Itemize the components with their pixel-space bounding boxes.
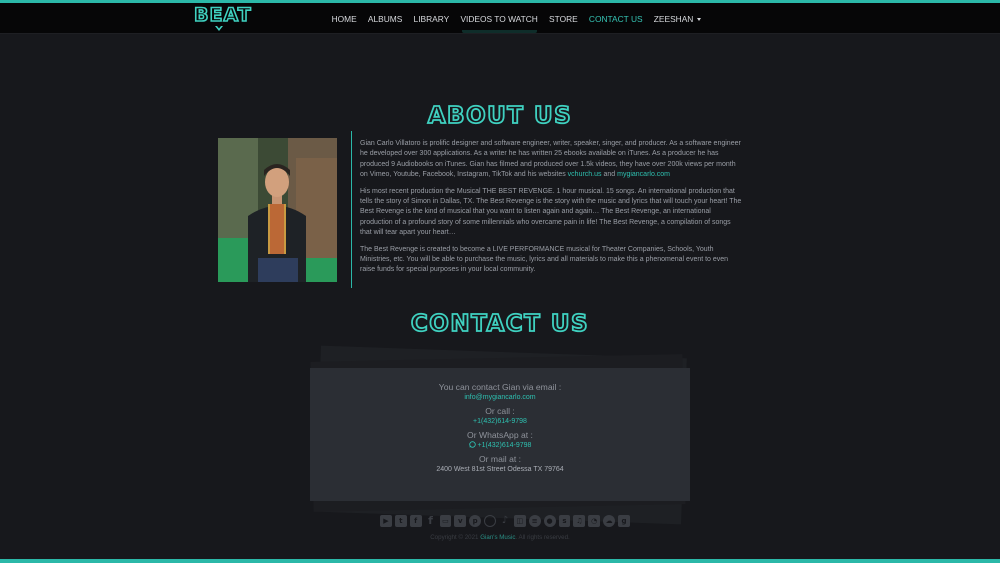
email-link[interactable]: info@mygiancarlo.com (310, 393, 690, 403)
whatsapp-link[interactable]: +1(432)614-9798 (310, 441, 690, 451)
nav-item-albums[interactable]: ALBUMS (362, 14, 408, 24)
twitch-icon[interactable]: ◫ (513, 514, 526, 527)
twitter-icon[interactable]: t (394, 514, 407, 527)
facebook-icon[interactable]: f (425, 514, 437, 527)
rss-icon[interactable]: ◔ (588, 514, 601, 527)
nav-item-contact-us[interactable]: CONTACT US (583, 14, 648, 24)
flickr-icon[interactable]: ▭ (439, 514, 452, 527)
youtube-icon[interactable]: ▶ (380, 514, 392, 527)
pinterest-icon[interactable]: p (469, 514, 482, 527)
mail-label: Or mail at : (478, 454, 522, 464)
vimeo-icon[interactable]: v (454, 514, 467, 527)
tiktok-icon[interactable]: ♪ (499, 515, 511, 527)
googleplus-icon[interactable]: g (618, 514, 630, 527)
facebook-square-icon[interactable]: f (409, 514, 422, 527)
about-paragraph-1: Gian Carlo Villatoro is prolific designe… (360, 140, 741, 179)
about-paragraph-2: His most recent production the Musical T… (360, 187, 742, 237)
whatsapp-icon (468, 441, 476, 448)
copyright: Copyright © 2021 Gian's Music. All right… (430, 534, 570, 541)
profile-photo (218, 138, 337, 282)
soundcloud-icon[interactable]: ☁ (603, 514, 616, 527)
about-text: Gian Carlo Villatoro is prolific designe… (360, 139, 742, 282)
instagram-icon[interactable] (484, 514, 497, 527)
podcast-icon[interactable]: ● (543, 514, 556, 527)
nav-hover-indicator (462, 30, 537, 33)
footer-brand-link[interactable]: Gian's Music (480, 534, 515, 541)
nav-item-library[interactable]: LIBRARY (408, 14, 455, 24)
whatsapp-label: Or WhatsApp at : (467, 430, 533, 440)
email-label: You can contact Gian via email : (438, 382, 562, 392)
caret-down-icon (697, 17, 702, 21)
nav-item-user-menu[interactable]: ZEESHAN (648, 14, 707, 24)
nav-item-videos-to-watch[interactable]: VIDEOS TO WATCH (455, 14, 544, 24)
about-title: ABOUT US (427, 102, 573, 130)
about-divider (351, 131, 352, 288)
bottom-accent-bar (0, 559, 1000, 563)
heart-icon (215, 26, 223, 31)
about-paragraph-3: The Best Revenge is created to become a … (360, 245, 729, 274)
vchurch-link[interactable]: vchurch.us (568, 171, 602, 178)
itunes-icon[interactable]: ♫ (573, 514, 586, 527)
call-label: Or call : (485, 406, 515, 416)
mailing-address: 2400 West 81st Street Odessa TX 79764 (436, 466, 564, 473)
contact-title: CONTACT US (410, 310, 590, 338)
phone-link[interactable]: +1(432)614-9798 (310, 417, 690, 427)
social-icons: ▶ t f f ▭ v p ♪ ◫ ≡ ● s ♫ ◔ ☁ g (380, 514, 630, 527)
mygiancarlo-link[interactable]: mygiancarlo.com (617, 171, 670, 178)
logo-text: BEAT (193, 4, 252, 26)
contact-card: You can contact Gian via email : info@my… (310, 368, 690, 501)
spotify-icon[interactable]: ≡ (528, 514, 541, 527)
nav-item-home[interactable]: HOME (326, 14, 362, 24)
logo[interactable]: BEAT (193, 4, 252, 33)
nav-item-store[interactable]: STORE (543, 14, 583, 24)
skype-icon[interactable]: s (558, 514, 571, 527)
